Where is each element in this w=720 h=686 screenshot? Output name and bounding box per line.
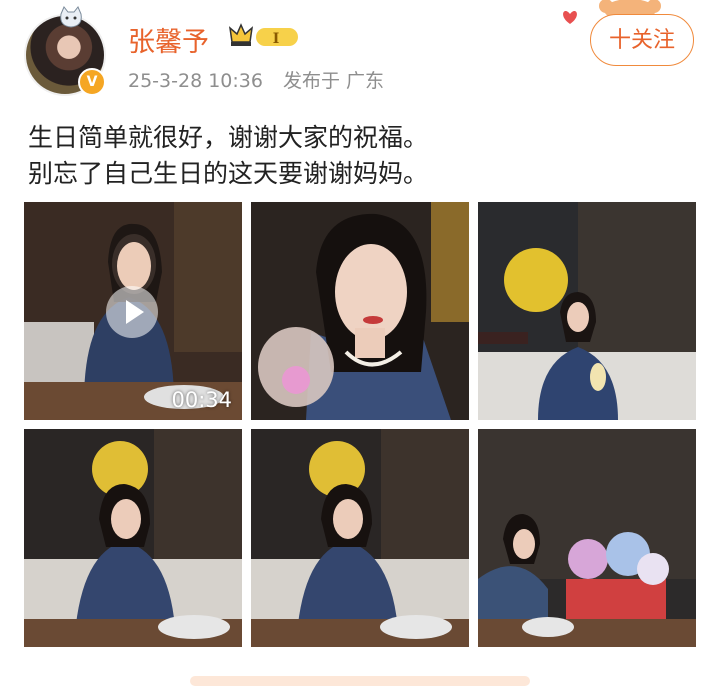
photo-3[interactable] — [478, 202, 696, 420]
verified-icon: V — [78, 68, 106, 96]
heart-icon — [563, 11, 577, 24]
cat-icon — [60, 6, 82, 28]
avatar-container[interactable]: V — [24, 6, 106, 96]
bottom-bar — [190, 676, 530, 686]
photo-5[interactable] — [251, 429, 469, 647]
badge-level: I — [273, 31, 280, 47]
post-content: 生日简单就很好，谢谢大家的祝福。 别忘了自己生日的这天要谢谢妈妈。 — [28, 120, 428, 192]
username[interactable]: 张馨予 — [128, 20, 209, 59]
photo-2[interactable] — [251, 202, 469, 420]
timestamp: 25-3-28 10:36 — [128, 70, 263, 92]
photo-4[interactable] — [24, 429, 242, 647]
crown-icon[interactable]: I — [228, 22, 302, 50]
content-line-1: 生日简单就很好，谢谢大家的祝福。 — [28, 123, 429, 152]
post-meta: 25-3-28 10:36 发布于 广东 — [128, 66, 384, 93]
play-icon[interactable] — [106, 286, 158, 338]
location: 发布于 广东 — [283, 70, 385, 92]
photo-6[interactable] — [478, 429, 696, 647]
video-duration: 00:34 — [171, 388, 232, 412]
content-line-2: 别忘了自己生日的这天要谢谢妈妈。 — [28, 159, 429, 188]
follow-button[interactable]: 十关注 — [590, 14, 694, 66]
photo-1-video[interactable]: 00:34 — [24, 202, 242, 420]
